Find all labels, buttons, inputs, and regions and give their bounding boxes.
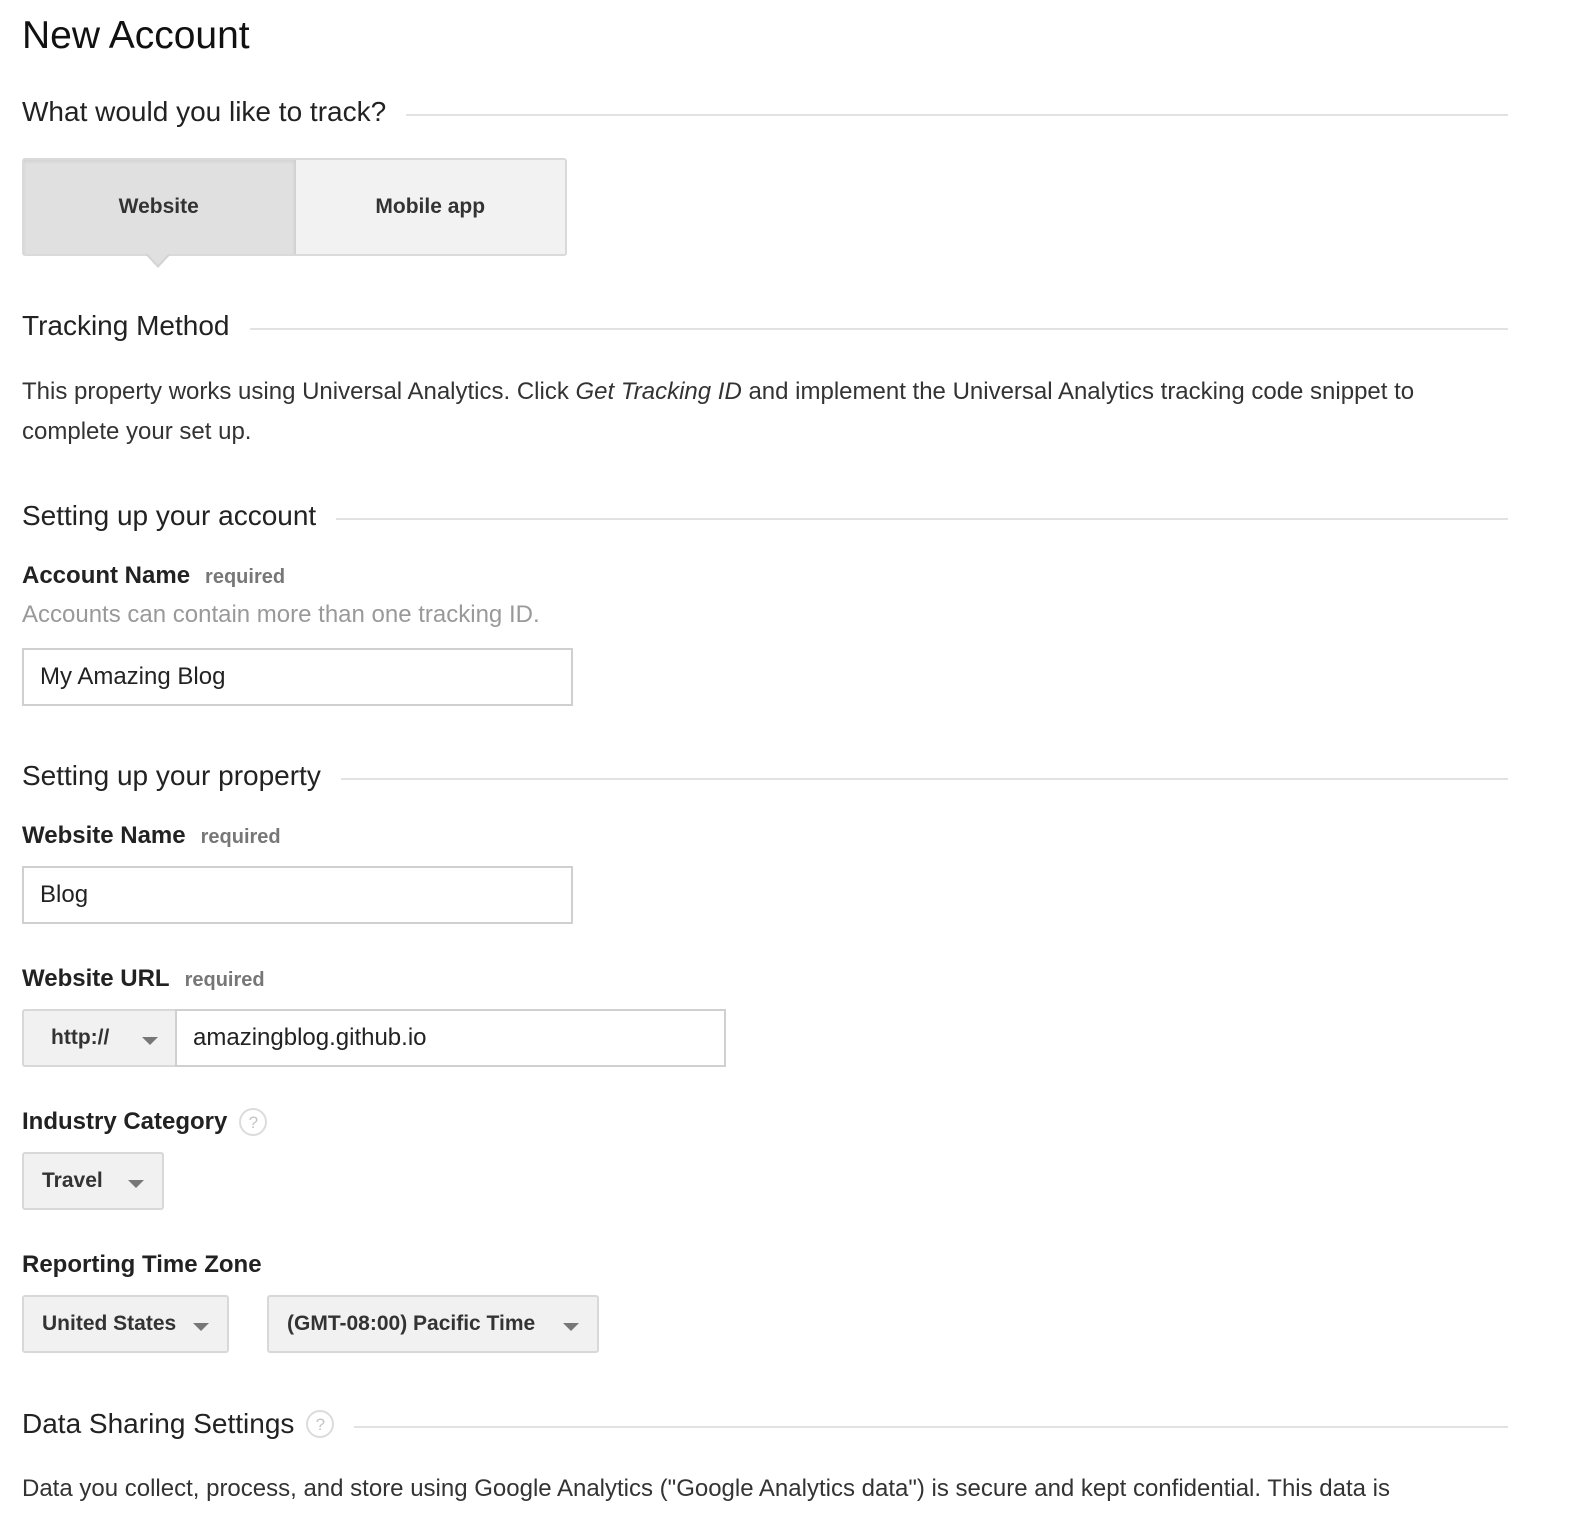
time-zone-dropdown[interactable]: (GMT-08:00) Pacific Time — [267, 1295, 599, 1353]
section-divider — [354, 1426, 1508, 1428]
track-type-selector: Website Mobile app — [22, 158, 567, 256]
time-zone-value: (GMT-08:00) Pacific Time — [287, 1312, 536, 1335]
reporting-time-zone-label: Reporting Time Zone — [22, 1251, 262, 1279]
website-url-label-text: Website URL — [22, 965, 170, 992]
section-divider — [406, 114, 1508, 116]
industry-category-label: Industry Category ? — [22, 1108, 268, 1136]
property-section-title: Setting up your property — [22, 760, 321, 791]
website-name-label: Website Name required — [22, 822, 281, 850]
data-sharing-header: Data Sharing Settings ? — [22, 1408, 1508, 1440]
mobile-app-option-button[interactable]: Mobile app — [296, 160, 566, 254]
selected-pointer-icon — [145, 253, 171, 268]
required-badge: required — [184, 969, 265, 991]
data-sharing-description: Data you collect, process, and store usi… — [22, 1475, 1390, 1502]
url-protocol-dropdown[interactable]: http:// — [22, 1009, 176, 1067]
description-text: This property works using Universal Anal… — [22, 378, 576, 405]
website-url-input[interactable] — [175, 1009, 726, 1067]
chevron-down-icon — [128, 1180, 144, 1188]
country-value: United States — [42, 1312, 177, 1335]
account-name-label-text: Account Name — [22, 562, 191, 589]
account-name-input[interactable] — [22, 648, 573, 706]
chevron-down-icon — [563, 1323, 579, 1331]
data-sharing-title: Data Sharing Settings — [22, 1408, 295, 1439]
website-option-button[interactable]: Website — [24, 160, 296, 254]
tracking-method-description: This property works using Universal Anal… — [22, 372, 1502, 452]
property-section-header: Setting up your property — [22, 760, 1508, 792]
account-section-header: Setting up your account — [22, 500, 1508, 532]
track-section-header: What would you like to track? — [22, 96, 1508, 128]
section-divider — [336, 518, 1508, 520]
account-section-title: Setting up your account — [22, 500, 317, 531]
reporting-time-zone-label-text: Reporting Time Zone — [22, 1251, 262, 1278]
chevron-down-icon — [142, 1037, 158, 1045]
get-tracking-id-emphasis: Get Tracking ID — [575, 378, 742, 405]
tracking-method-title: Tracking Method — [22, 310, 230, 341]
page-title: New Account — [22, 14, 250, 57]
account-name-hint: Accounts can contain more than one track… — [22, 601, 540, 628]
website-url-label: Website URL required — [22, 965, 265, 993]
url-protocol-value: http:// — [51, 1026, 110, 1049]
country-dropdown[interactable]: United States — [22, 1295, 229, 1353]
industry-category-value: Travel — [42, 1169, 103, 1192]
required-badge: required — [200, 826, 281, 848]
industry-category-label-text: Industry Category — [22, 1108, 228, 1135]
new-account-page: New Account What would you like to track… — [0, 0, 1582, 1518]
chevron-down-icon — [193, 1323, 209, 1331]
track-section-title: What would you like to track? — [22, 96, 387, 127]
website-name-label-text: Website Name — [22, 822, 186, 849]
industry-category-dropdown[interactable]: Travel — [22, 1152, 164, 1210]
account-name-label: Account Name required — [22, 562, 285, 590]
website-name-input[interactable] — [22, 866, 573, 924]
required-badge: required — [205, 566, 286, 588]
section-divider — [340, 778, 1508, 780]
help-icon[interactable]: ? — [306, 1410, 335, 1438]
section-divider — [249, 328, 1508, 330]
tracking-method-header: Tracking Method — [22, 310, 1508, 342]
help-icon[interactable]: ? — [239, 1108, 268, 1136]
